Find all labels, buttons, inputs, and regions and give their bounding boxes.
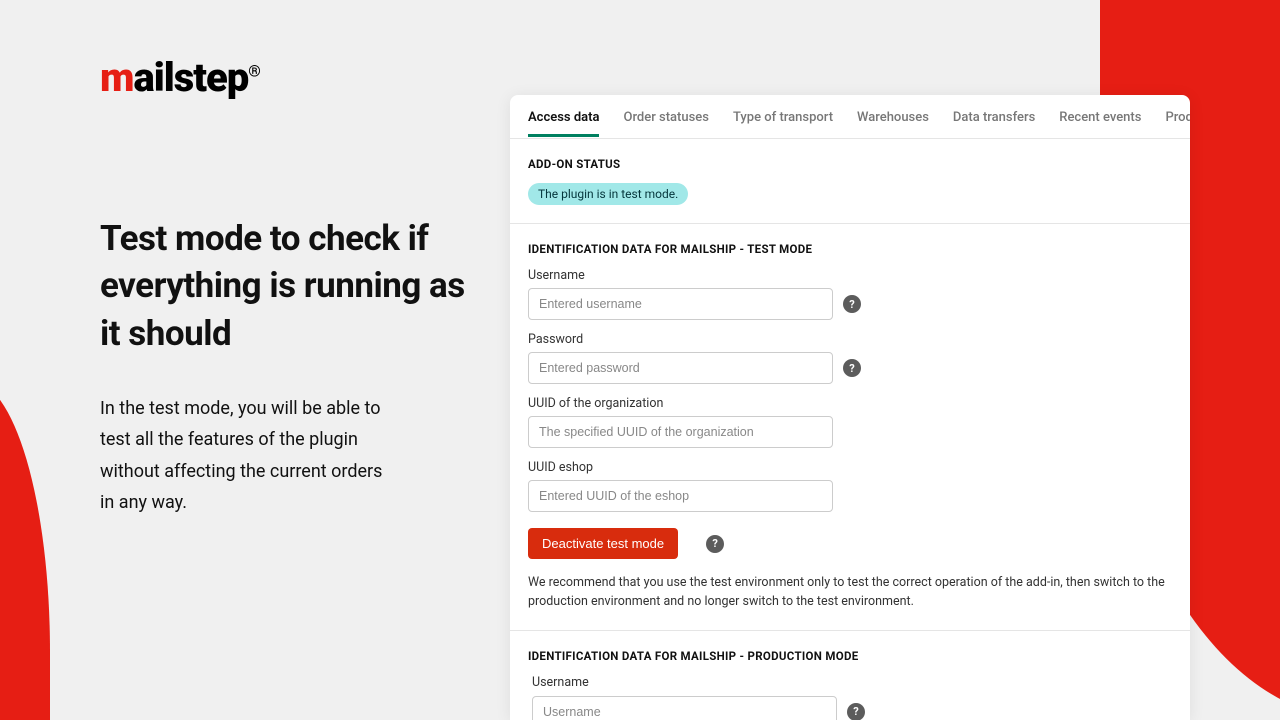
tab-access-data[interactable]: Access data bbox=[528, 97, 599, 137]
tab-data-transfers[interactable]: Data transfers bbox=[953, 97, 1035, 137]
uuid-eshop-input[interactable] bbox=[528, 480, 833, 512]
password-input[interactable] bbox=[528, 352, 833, 384]
password-label: Password bbox=[528, 332, 1172, 347]
settings-panel: Access data Order statuses Type of trans… bbox=[510, 95, 1190, 720]
divider bbox=[510, 223, 1190, 224]
prod-section-title: IDENTIFICATION DATA FOR MAILSHIP - PRODU… bbox=[528, 649, 1172, 663]
tab-warehouses[interactable]: Warehouses bbox=[857, 97, 929, 137]
addon-status-title: ADD-ON STATUS bbox=[528, 157, 1172, 171]
brand-logo: mailstep® bbox=[100, 58, 260, 98]
prod-username-label: Username bbox=[532, 675, 1172, 690]
tab-type-of-transport[interactable]: Type of transport bbox=[733, 97, 833, 137]
uuid-eshop-label: UUID eshop bbox=[528, 460, 1172, 475]
hero-text-block: Test mode to check if everything is runn… bbox=[100, 215, 470, 519]
tab-recent-events[interactable]: Recent events bbox=[1059, 97, 1141, 137]
logo-rest: ailstep bbox=[133, 54, 248, 101]
status-badge: The plugin is in test mode. bbox=[528, 183, 688, 205]
tab-order-statuses[interactable]: Order statuses bbox=[623, 97, 708, 137]
help-icon[interactable]: ? bbox=[706, 535, 724, 553]
help-icon[interactable]: ? bbox=[847, 703, 865, 720]
hero-body: In the test mode, you will be able to te… bbox=[100, 393, 400, 519]
uuid-org-label: UUID of the organization bbox=[528, 396, 1172, 411]
panel-body: ADD-ON STATUS The plugin is in test mode… bbox=[510, 139, 1190, 720]
uuid-org-input[interactable] bbox=[528, 416, 833, 448]
divider bbox=[510, 630, 1190, 631]
help-icon[interactable]: ? bbox=[843, 295, 861, 313]
help-icon[interactable]: ? bbox=[843, 359, 861, 377]
decorative-red-bottom bbox=[0, 380, 50, 720]
tab-products[interactable]: Products bbox=[1165, 97, 1190, 137]
prod-username-input[interactable] bbox=[532, 696, 837, 720]
test-mode-info: We recommend that you use the test envir… bbox=[528, 573, 1172, 612]
logo-registered: ® bbox=[248, 62, 260, 81]
username-input[interactable] bbox=[528, 288, 833, 320]
hero-heading: Test mode to check if everything is runn… bbox=[100, 215, 470, 357]
tabs-bar: Access data Order statuses Type of trans… bbox=[510, 95, 1190, 139]
deactivate-test-mode-button[interactable]: Deactivate test mode bbox=[528, 528, 678, 559]
logo-m: m bbox=[100, 54, 133, 101]
test-section-title: IDENTIFICATION DATA FOR MAILSHIP - TEST … bbox=[528, 242, 1172, 256]
username-label: Username bbox=[528, 268, 1172, 283]
